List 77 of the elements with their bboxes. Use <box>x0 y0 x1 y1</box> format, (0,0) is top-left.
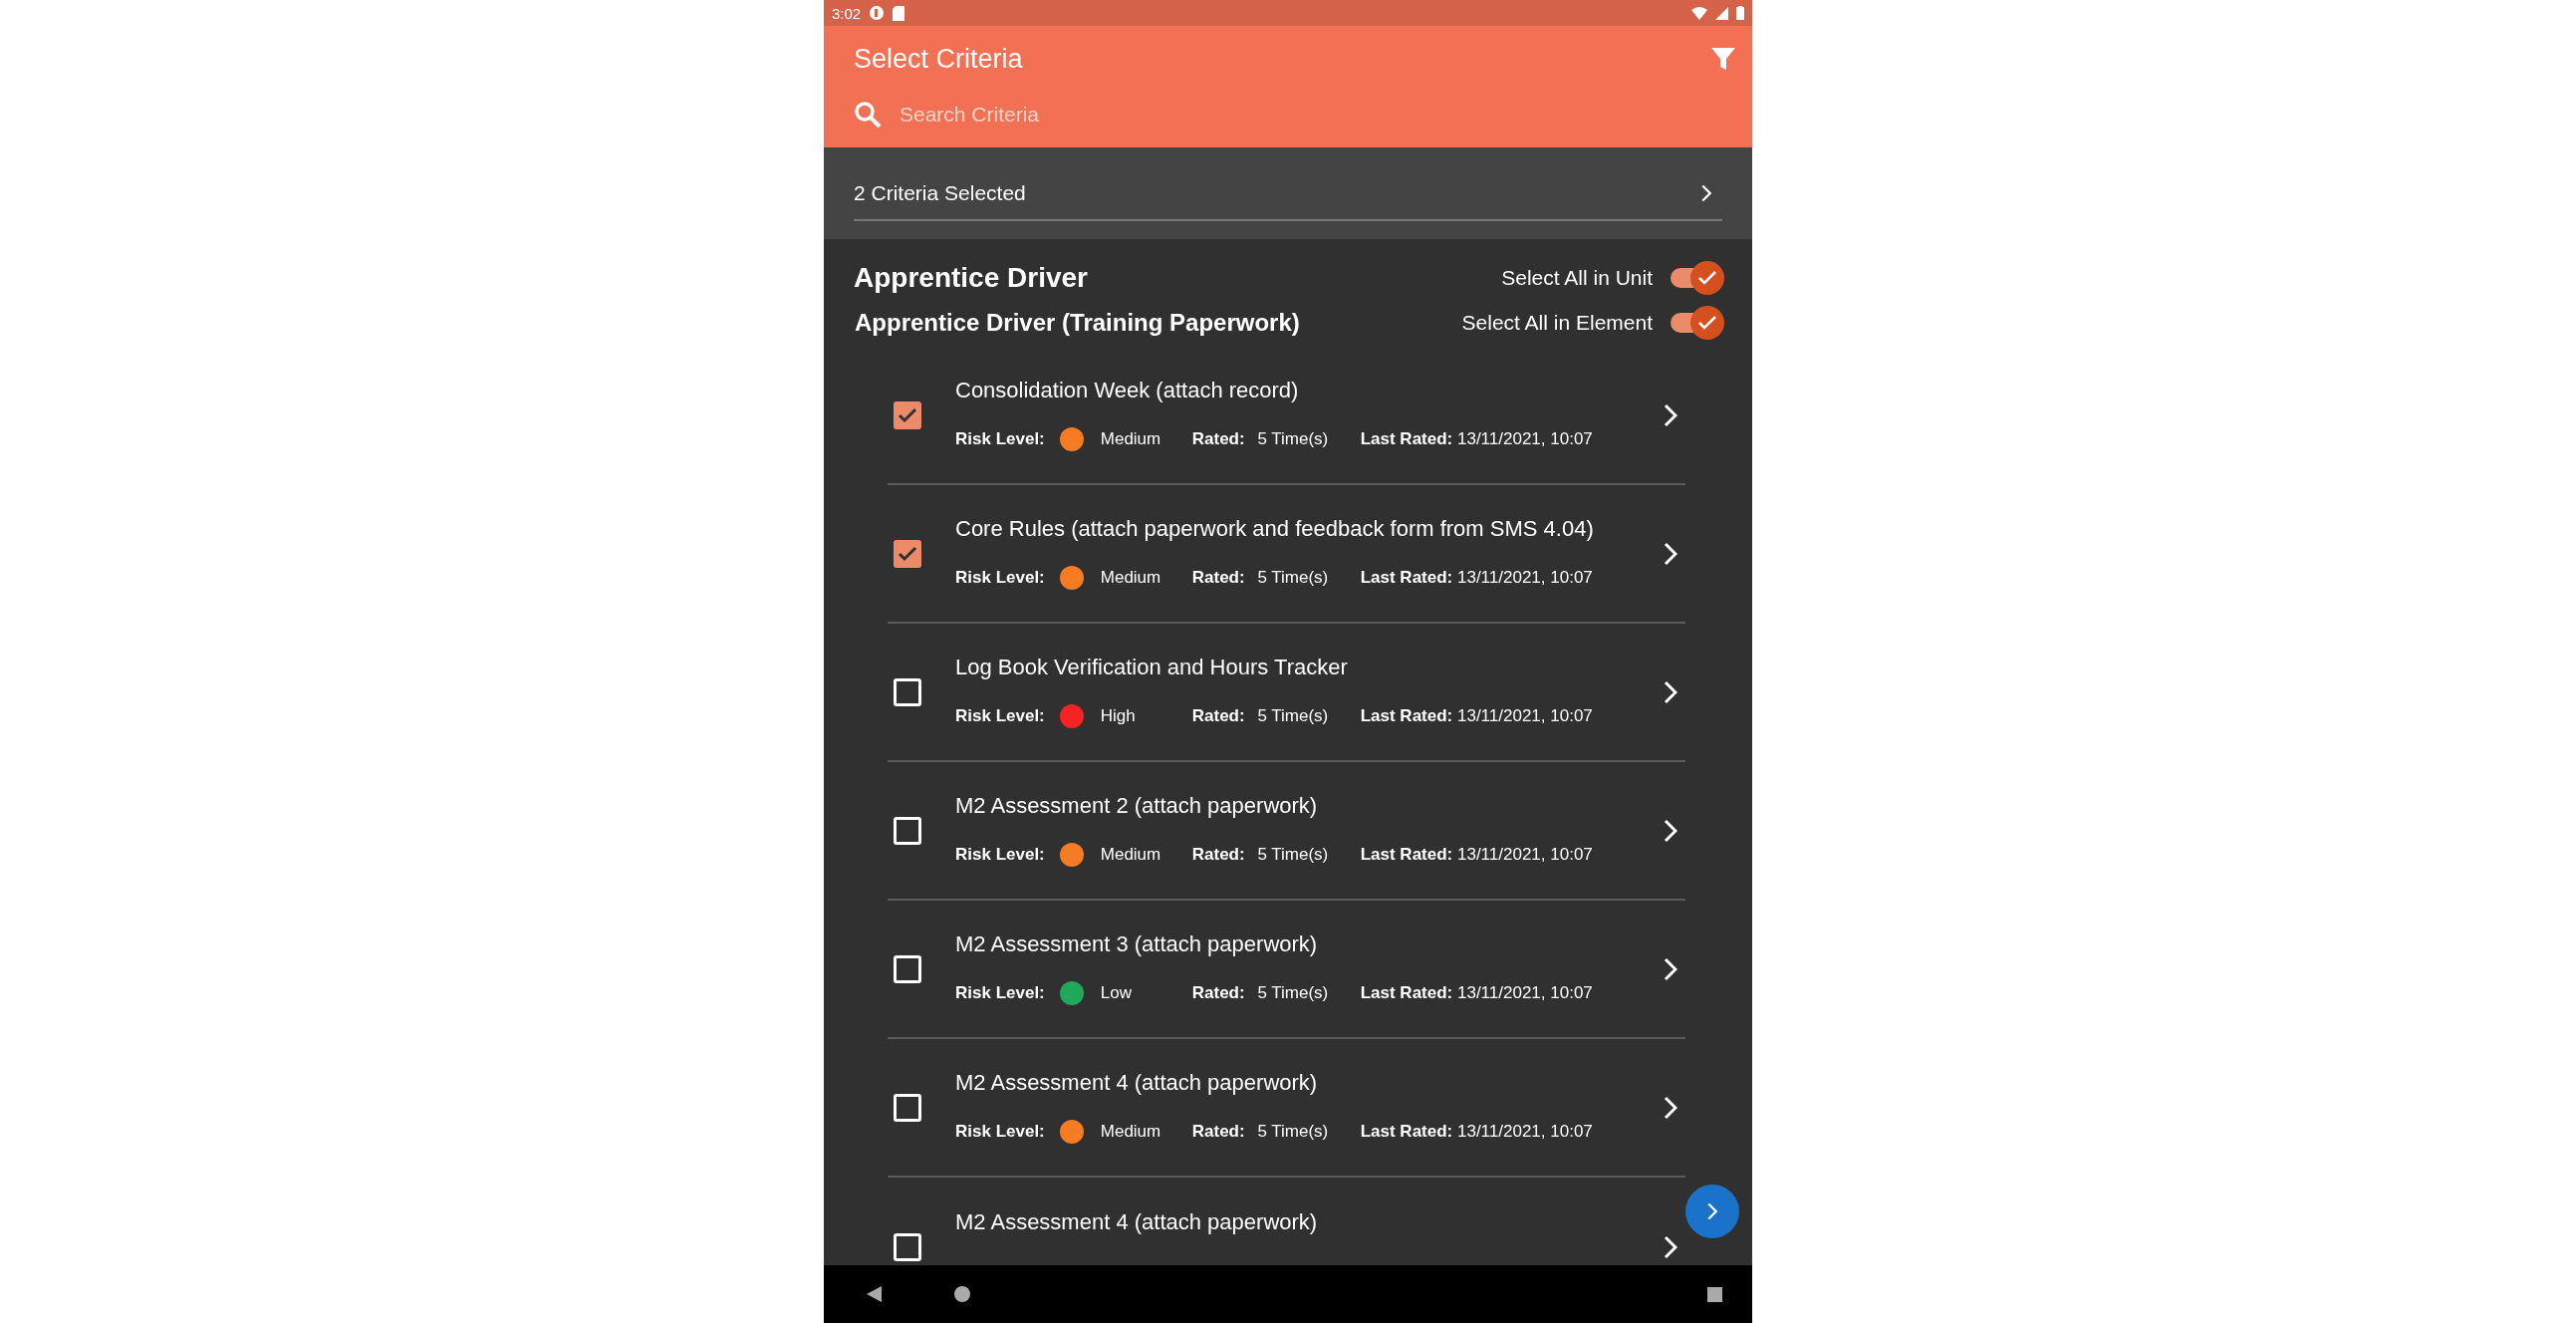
last-rated-value: 13/11/2021, 10:07 <box>1456 428 1593 449</box>
check-icon <box>898 406 917 423</box>
check-icon <box>1697 315 1717 331</box>
risk-label: Risk Level: <box>955 1121 1045 1142</box>
last-rated-label: Last Rated: <box>1360 844 1453 865</box>
risk-label: Risk Level: <box>955 705 1045 726</box>
search-field[interactable]: Search Criteria <box>900 99 1736 131</box>
battery-icon <box>1736 6 1744 20</box>
last-rated-label: Last Rated: <box>1360 428 1453 449</box>
status-time: 3:02 <box>832 4 862 22</box>
notification-icon <box>869 5 886 21</box>
check-icon <box>1697 270 1717 286</box>
toggle-switch[interactable] <box>1669 305 1724 341</box>
rated-label: Rated: <box>1191 705 1245 726</box>
risk-value: Medium <box>1100 567 1162 588</box>
toggle-switch[interactable] <box>1669 260 1724 296</box>
chevron-icon <box>1700 184 1712 202</box>
next-button[interactable] <box>1685 1185 1739 1238</box>
risk-value: Medium <box>1100 1121 1162 1142</box>
chevron-icon <box>1706 1202 1718 1220</box>
rated-value: 5 Time(s) <box>1256 705 1330 726</box>
chevron-icon[interactable] <box>1664 817 1677 844</box>
last-rated-label: Last Rated: <box>1360 982 1453 1003</box>
home-icon[interactable] <box>953 1285 971 1303</box>
criterion-title: Log Book Verification and Hours Tracker <box>955 654 1349 680</box>
sd-card-icon <box>893 5 905 21</box>
risk-value: Low <box>1100 982 1133 1003</box>
rated-value: 5 Time(s) <box>1256 982 1330 1003</box>
element-title: Apprentice Driver (Training Paperwork) <box>855 309 1300 337</box>
rated-label: Rated: <box>1191 428 1245 449</box>
risk-label: Risk Level: <box>955 982 1045 1003</box>
unit-title: Apprentice Driver <box>854 262 1088 294</box>
chevron-icon[interactable] <box>1664 1094 1677 1121</box>
rated-label: Rated: <box>1191 982 1245 1003</box>
chevron-icon[interactable] <box>1664 1233 1677 1260</box>
risk-value: High <box>1100 705 1137 726</box>
last-rated-value: 13/11/2021, 10:07 <box>1456 844 1593 865</box>
toggle-label: Select All in Unit <box>1501 266 1653 290</box>
rated-label: Rated: <box>1191 567 1245 588</box>
rated-value: 5 Time(s) <box>1256 844 1330 865</box>
wifi-icon <box>1691 6 1707 20</box>
last-rated-value: 13/11/2021, 10:07 <box>1456 982 1593 1003</box>
chevron-icon[interactable] <box>1664 401 1677 428</box>
filter-icon[interactable] <box>1710 46 1736 72</box>
rated-label: Rated: <box>1191 1121 1245 1142</box>
checkbox[interactable] <box>894 400 921 429</box>
toggle-label: Select All in Element <box>1461 311 1653 335</box>
rated-value: 5 Time(s) <box>1256 428 1330 449</box>
last-rated-value: 13/11/2021, 10:07 <box>1456 567 1593 588</box>
risk-value: Medium <box>1100 428 1162 449</box>
signal-icon <box>1715 6 1728 20</box>
risk-label: Risk Level: <box>955 844 1045 865</box>
chevron-icon[interactable] <box>1664 955 1677 982</box>
last-rated-value: 13/11/2021, 10:07 <box>1456 705 1593 726</box>
check-icon <box>898 545 917 562</box>
risk-value: Medium <box>1100 844 1162 865</box>
search-icon <box>854 101 882 129</box>
chevron-icon[interactable] <box>1664 678 1677 705</box>
checkbox[interactable] <box>894 539 921 568</box>
screen-title: Select Criteria <box>854 43 1023 75</box>
criterion-title: M2 Assessment 4 (attach paperwork) <box>955 1069 1319 1096</box>
rated-value: 5 Time(s) <box>1256 567 1330 588</box>
rated-label: Rated: <box>1191 844 1245 865</box>
last-rated-value: 13/11/2021, 10:07 <box>1456 1121 1593 1142</box>
criterion-title: M2 Assessment 2 (attach paperwork) <box>955 792 1319 819</box>
criterion-title: Consolidation Week (attach record) <box>955 377 1300 403</box>
recents-icon[interactable] <box>1707 1286 1722 1302</box>
last-rated-label: Last Rated: <box>1360 567 1453 588</box>
criterion-title: M2 Assessment 4 (attach paperwork) <box>955 1208 1319 1235</box>
criterion-title: M2 Assessment 3 (attach paperwork) <box>955 930 1319 957</box>
last-rated-label: Last Rated: <box>1360 705 1453 726</box>
rated-value: 5 Time(s) <box>1256 1121 1330 1142</box>
risk-label: Risk Level: <box>955 567 1045 588</box>
last-rated-label: Last Rated: <box>1360 1121 1453 1142</box>
chevron-icon[interactable] <box>1664 540 1677 567</box>
risk-label: Risk Level: <box>955 428 1045 449</box>
criterion-title: Core Rules (attach paperwork and feedback form from SMS 4.04) <box>955 515 1595 542</box>
